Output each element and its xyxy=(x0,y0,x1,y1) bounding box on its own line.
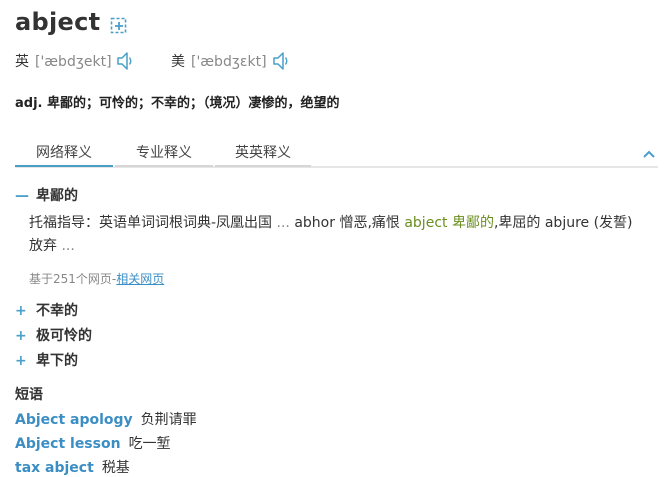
sense-collapsed[interactable]: + 极可怜的 xyxy=(15,325,92,345)
example-ellipsis-end: ... xyxy=(57,238,75,254)
us-pronunciation: 美 ['æbdʒɛkt] xyxy=(171,51,267,71)
phrase-translation: 税基 xyxy=(101,460,130,476)
phrase-item: tax abject 税基 xyxy=(15,457,130,477)
phrase-link[interactable]: Abject lesson xyxy=(15,436,121,452)
basic-definition: adj. 卑鄙的；可怜的；不幸的；（境况）凄惨的，绝望的 xyxy=(15,96,340,111)
phrase-item: Abject apology 负荆请罪 xyxy=(15,409,197,429)
uk-label: 英 xyxy=(15,54,29,70)
phrase-translation: 吃一堑 xyxy=(128,436,171,452)
headword: abject xyxy=(15,8,101,36)
plus-icon[interactable]: + xyxy=(15,328,29,344)
source-count: 基于251个网页- xyxy=(29,272,117,286)
sense-title: 卑下的 xyxy=(36,353,78,369)
chevron-up-icon[interactable] xyxy=(642,148,656,160)
speaker-icon[interactable] xyxy=(273,51,289,71)
sense-title: 不幸的 xyxy=(36,303,78,319)
sense-collapsed[interactable]: + 不幸的 xyxy=(15,300,78,320)
tab-professional-definition[interactable]: 专业释义 xyxy=(115,141,213,167)
sense-expanded[interactable]: — 卑鄙的 xyxy=(15,185,78,205)
phrase-translation: 负荆请罪 xyxy=(140,412,197,428)
us-ipa: ['æbdʒɛkt] xyxy=(191,54,267,70)
sense-title: 极可怜的 xyxy=(36,328,92,344)
example-ellipsis: ... xyxy=(272,215,295,231)
sense-example: 托福指导：英语单词词根词典-凤凰出国 ... abhor 憎恶,痛恨 abjec… xyxy=(29,212,639,258)
minus-icon[interactable]: — xyxy=(15,188,29,204)
phrase-link[interactable]: Abject apology xyxy=(15,412,133,428)
phrase-item: Abject lesson 吃一堑 xyxy=(15,433,171,453)
sense-title: 卑鄙的 xyxy=(36,188,78,204)
uk-pronunciation: 英 ['æbdʒekt] xyxy=(15,51,112,71)
related-pages-link[interactable]: 相关网页 xyxy=(116,272,164,286)
phrases-heading: 短语 xyxy=(15,387,43,403)
example-text: abhor 憎恶,痛恨 xyxy=(294,215,405,231)
uk-ipa: ['æbdʒekt] xyxy=(35,54,112,70)
plus-icon[interactable]: + xyxy=(15,353,29,369)
plus-icon[interactable]: + xyxy=(15,303,29,319)
add-to-wordbook-icon[interactable] xyxy=(110,17,128,35)
tab-english-definition[interactable]: 英英释义 xyxy=(215,141,311,167)
sense-collapsed[interactable]: + 卑下的 xyxy=(15,350,78,370)
phrase-link[interactable]: tax abject xyxy=(15,460,94,476)
example-highlight: abject 卑鄙的 xyxy=(404,215,494,231)
example-source-title: 托福指导：英语单词词根词典-凤凰出国 xyxy=(29,215,273,231)
speaker-icon[interactable] xyxy=(117,51,133,71)
tab-web-definition[interactable]: 网络释义 xyxy=(15,141,113,167)
us-label: 美 xyxy=(171,54,185,70)
sense-source: 基于251个网页-相关网页 xyxy=(29,270,164,287)
